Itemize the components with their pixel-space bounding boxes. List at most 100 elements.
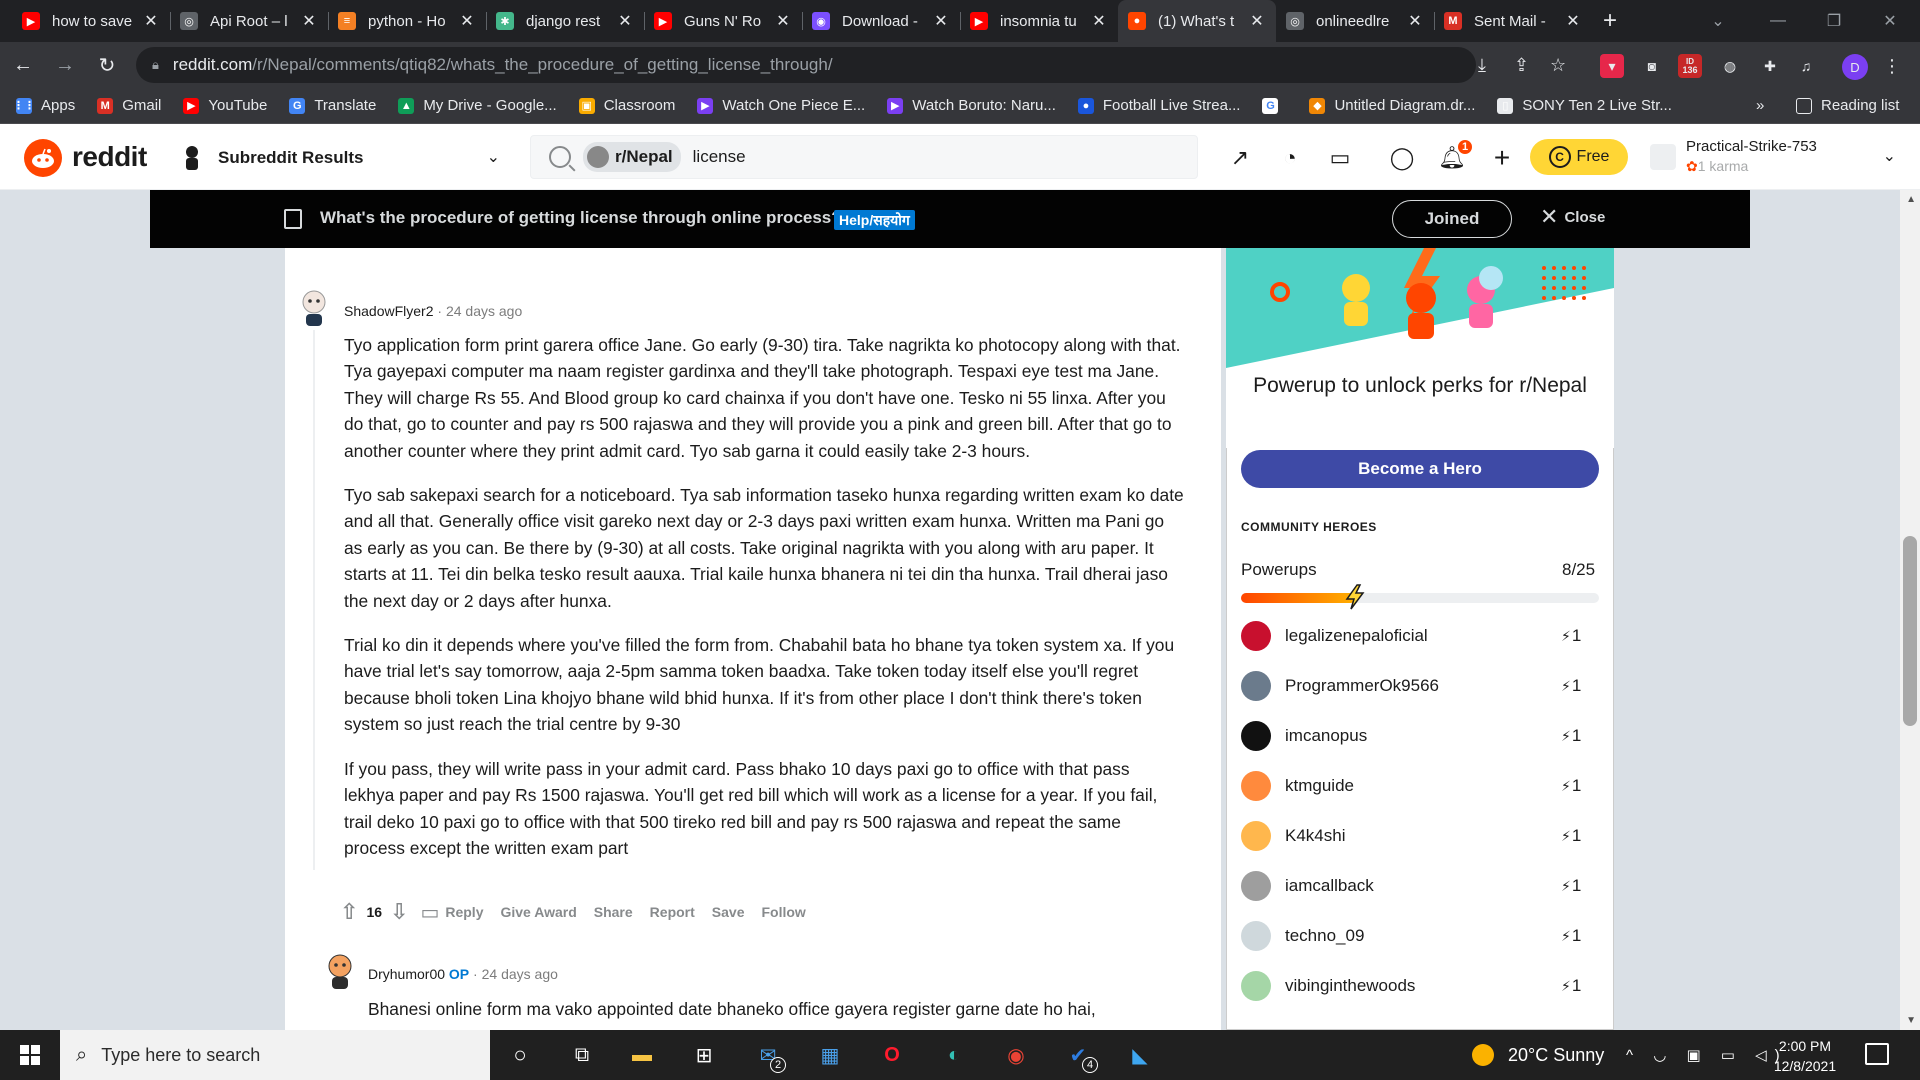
become-hero-button[interactable]: Become a Hero: [1241, 450, 1599, 488]
close-tab-icon[interactable]: ✕: [616, 11, 634, 31]
close-window-button[interactable]: ✕: [1862, 0, 1918, 42]
browser-tab[interactable]: ● (1) What's t ✕: [1118, 0, 1276, 42]
windows-start-icon[interactable]: [0, 1030, 60, 1080]
report-button[interactable]: Report: [650, 904, 695, 920]
bookmark-item[interactable]: ⋮⋮ Apps: [13, 97, 75, 114]
browser-tab[interactable]: ◎ Api Root – l ✕: [170, 0, 328, 42]
media-control-icon[interactable]: ♫: [1794, 54, 1818, 78]
subreddit-selector[interactable]: Subreddit Results ⌄: [180, 141, 500, 175]
close-post-button[interactable]: ✕ Close: [1540, 206, 1605, 228]
todo-icon[interactable]: ✔ 4: [1062, 1039, 1098, 1073]
bookmark-item[interactable]: G: [1262, 97, 1287, 114]
comment-time[interactable]: 24 days ago: [482, 966, 558, 982]
hero-row[interactable]: legalizenepaloficial ⚡︎ 1: [1241, 616, 1601, 656]
taskbar-search[interactable]: ⌕ Type here to search: [60, 1030, 490, 1080]
popular-icon[interactable]: ↗: [1226, 144, 1254, 172]
stats-icon[interactable]: ◔: [1276, 144, 1304, 172]
close-tab-icon[interactable]: ✕: [774, 11, 792, 31]
new-tab-button[interactable]: +: [1592, 0, 1628, 42]
follow-button[interactable]: Follow: [762, 904, 806, 920]
bookmark-star-icon[interactable]: ☆: [1550, 55, 1566, 76]
hero-row[interactable]: techno_09 ⚡︎ 1: [1241, 916, 1601, 956]
profile-avatar[interactable]: D: [1842, 54, 1868, 80]
close-tab-icon[interactable]: ✕: [932, 11, 950, 31]
store-icon[interactable]: ⊞: [688, 1039, 720, 1071]
extensions-puzzle-icon[interactable]: ✚: [1758, 54, 1782, 78]
reddit-wordmark[interactable]: reddit: [72, 141, 147, 173]
address-bar[interactable]: 🔒︎ reddit.com/r/Nepal/comments/qtiq82/wh…: [136, 47, 1566, 83]
comment-author[interactable]: ShadowFlyer2: [344, 303, 434, 319]
reddit-logo-icon[interactable]: [24, 139, 62, 177]
comment-author[interactable]: Dryhumor00: [368, 966, 445, 982]
bookmark-item[interactable]: ▣ Classroom: [578, 97, 675, 114]
reload-button[interactable]: ↻: [88, 46, 126, 84]
scroll-down-icon[interactable]: ▼: [1906, 1015, 1916, 1026]
scrollbar-thumb[interactable]: [1903, 536, 1917, 726]
reply-button[interactable]: Reply: [445, 904, 483, 920]
camera-extension-icon[interactable]: ◙: [1640, 54, 1664, 78]
reply-icon[interactable]: ▭: [420, 900, 439, 925]
install-icon[interactable]: ⤓: [1478, 55, 1486, 76]
browser-tab[interactable]: ▶ Guns N' Ro ✕: [644, 0, 802, 42]
edge-icon[interactable]: ◐: [938, 1039, 970, 1071]
close-tab-icon[interactable]: ✕: [300, 11, 318, 31]
live-icon[interactable]: ▭: [1326, 144, 1354, 172]
action-center-icon[interactable]: [1865, 1043, 1889, 1065]
more-bookmarks-icon[interactable]: »: [1756, 97, 1764, 114]
task-view-icon[interactable]: ⧉: [566, 1039, 598, 1071]
browser-tab[interactable]: ✱ django rest ✕: [486, 0, 644, 42]
tab-search-icon[interactable]: ⌄: [1690, 0, 1746, 42]
close-tab-icon[interactable]: ✕: [1406, 11, 1424, 31]
create-post-icon[interactable]: +: [1488, 142, 1516, 173]
pocket-extension-icon[interactable]: ▾: [1600, 54, 1624, 78]
bookmark-item[interactable]: G Translate: [289, 97, 376, 114]
notifications-bell-icon[interactable]: 🔔︎ 1: [1438, 138, 1474, 172]
close-tab-icon[interactable]: ✕: [458, 11, 476, 31]
hero-row[interactable]: ktmguide ⚡︎ 1: [1241, 766, 1601, 806]
close-tab-icon[interactable]: ✕: [1248, 11, 1266, 31]
bookmark-item[interactable]: ▶ YouTube: [183, 97, 267, 114]
chat-icon[interactable]: ◯: [1388, 144, 1416, 172]
bookmark-item[interactable]: ▲ My Drive - Google...: [398, 97, 557, 114]
commenter-avatar[interactable]: [296, 286, 332, 326]
save-button[interactable]: Save: [712, 904, 745, 920]
restore-button[interactable]: ❐: [1806, 0, 1862, 42]
taskbar-clock[interactable]: 2:00 PM 12/8/2021: [1760, 1036, 1850, 1076]
bookmark-item[interactable]: ▶ Watch One Piece E...: [697, 97, 865, 114]
taskbar-search-input[interactable]: Type here to search: [101, 1045, 260, 1066]
close-tab-icon[interactable]: ✕: [1564, 11, 1582, 31]
bookmark-item[interactable]: ▶ Watch Boruto: Naru...: [887, 97, 1056, 114]
user-menu[interactable]: Practical-Strike-753 ✿1 karma ⌄: [1650, 134, 1900, 182]
joined-button[interactable]: Joined: [1392, 200, 1512, 238]
post-flair[interactable]: Help/सहयोग: [834, 210, 915, 230]
give-award-button[interactable]: Give Award: [500, 904, 576, 920]
back-button[interactable]: ←: [4, 46, 42, 84]
upvote-icon[interactable]: ⇧: [340, 899, 358, 925]
close-tab-icon[interactable]: ✕: [142, 11, 160, 31]
subreddit-search-chip[interactable]: r/Nepal: [583, 142, 681, 172]
weather-widget[interactable]: 20°C Sunny: [1472, 1044, 1604, 1066]
downvote-icon[interactable]: ⇩: [390, 899, 408, 925]
forward-button[interactable]: →: [46, 46, 84, 84]
file-explorer-icon[interactable]: ▬: [626, 1039, 658, 1071]
scroll-up-icon[interactable]: ▲: [1906, 194, 1916, 205]
search-input[interactable]: license: [693, 147, 746, 167]
share-button[interactable]: Share: [594, 904, 633, 920]
browser-tab[interactable]: M Sent Mail - ✕: [1434, 0, 1592, 42]
bookmark-item[interactable]: ▯ SONY Ten 2 Live Str...: [1497, 97, 1672, 114]
vscode-icon[interactable]: ◣: [1124, 1039, 1156, 1071]
chrome-menu-icon[interactable]: ⋮: [1880, 54, 1904, 78]
browser-tab[interactable]: ≡ python - Ho ✕: [328, 0, 486, 42]
cortana-icon[interactable]: ○: [504, 1039, 536, 1071]
close-tab-icon[interactable]: ✕: [1090, 11, 1108, 31]
mail-icon[interactable]: ✉ 2: [752, 1039, 786, 1073]
bookmark-item[interactable]: M Gmail: [97, 97, 161, 114]
browser-tab[interactable]: ▶ how to save ✕: [12, 0, 170, 42]
browser-tab[interactable]: ▶ insomnia tu ✕: [960, 0, 1118, 42]
search-bar[interactable]: r/Nepal license: [530, 135, 1198, 179]
hero-row[interactable]: ProgrammerOk9566 ⚡︎ 1: [1241, 666, 1601, 706]
hero-row[interactable]: imcanopus ⚡︎ 1: [1241, 716, 1601, 756]
opera-icon[interactable]: O: [876, 1039, 908, 1071]
browser-tab[interactable]: ◉ Download - ✕: [802, 0, 960, 42]
share-icon[interactable]: ⇪: [1514, 55, 1529, 76]
